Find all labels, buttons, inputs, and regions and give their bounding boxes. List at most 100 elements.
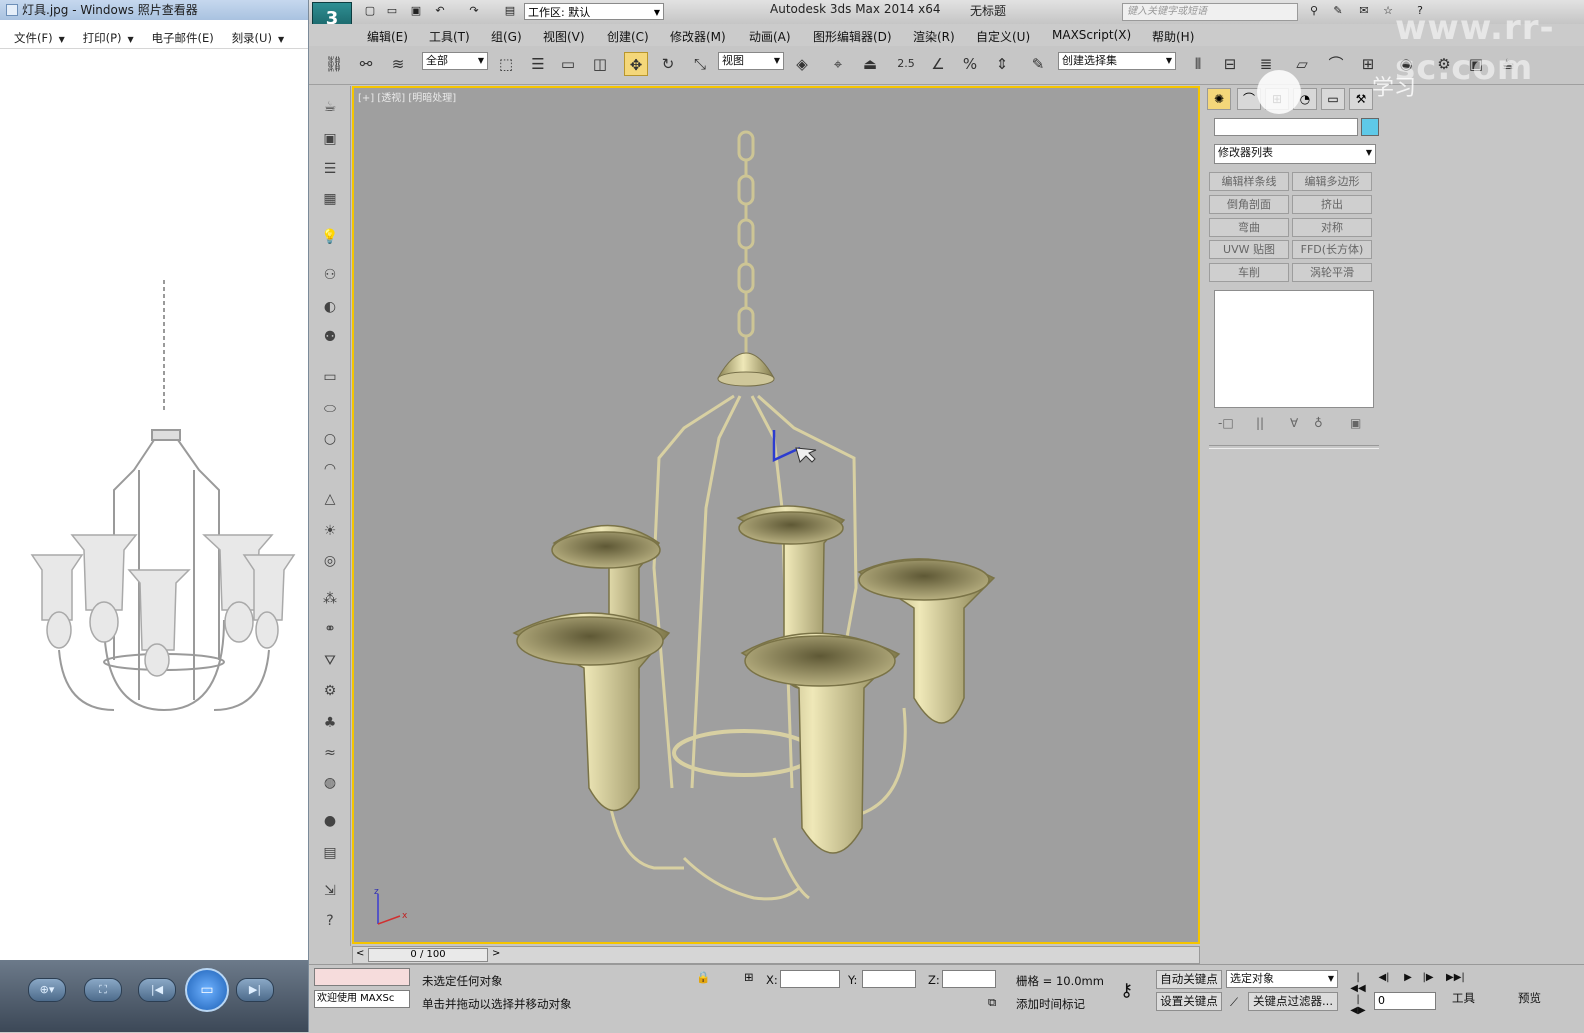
bend-button[interactable]: 弯曲 <box>1209 218 1289 237</box>
texture-sphere-icon[interactable]: ◍ <box>319 772 341 794</box>
align-icon[interactable]: ⊟ <box>1218 52 1242 76</box>
uvw-map-button[interactable]: UVW 贴图 <box>1209 240 1289 259</box>
number-grid-icon[interactable]: ▤ <box>319 842 341 864</box>
select-and-scale-icon[interactable]: ⤡ <box>688 52 712 76</box>
dome-icon[interactable]: ◠ <box>319 458 341 480</box>
add-time-tag[interactable]: 添加时间标记 <box>1016 996 1085 1012</box>
ellipse-icon[interactable]: ⬭ <box>319 398 341 420</box>
edit-named-selection-icon[interactable]: ✎ <box>1026 52 1050 76</box>
select-and-manipulate-icon[interactable]: ⌖ <box>826 52 850 76</box>
bind-space-warp-icon[interactable]: ≋ <box>386 52 410 76</box>
light-bulb-icon[interactable]: 💡 <box>319 226 341 248</box>
goto-start-icon[interactable]: |◀◀ <box>1350 972 1366 994</box>
maxscript-listener-top[interactable] <box>314 968 410 986</box>
mirror-icon[interactable]: ⫴ <box>1186 52 1210 76</box>
key-tangent-icon[interactable]: ⟋ <box>1230 995 1238 1010</box>
menu-burn[interactable]: 刻录(U) ▼ <box>232 30 285 46</box>
tab-create[interactable]: ✺ <box>1207 88 1231 110</box>
molecule-icon[interactable]: ⚭ <box>319 618 341 640</box>
angle-snap-icon[interactable]: ∠ <box>926 52 950 76</box>
menu-file[interactable]: 文件(F) ▼ <box>14 30 65 46</box>
edit-spline-button[interactable]: 编辑样条线 <box>1209 172 1289 191</box>
subscription-icon[interactable]: ✎ <box>1330 4 1346 18</box>
rectangle-icon[interactable]: ▭ <box>319 366 341 388</box>
sun-icon[interactable]: ☀ <box>319 520 341 542</box>
slideshow-button[interactable]: ▭ <box>185 968 229 1012</box>
next-frame-icon[interactable]: |▶ <box>1420 972 1436 986</box>
y-coordinate-field[interactable] <box>862 970 916 988</box>
set-key-button[interactable]: 设置关键点 <box>1156 992 1222 1011</box>
make-unique-icon[interactable]: ∀ <box>1290 416 1298 430</box>
remove-modifier-icon[interactable]: ♁ <box>1314 416 1323 430</box>
show-end-result-icon[interactable]: || <box>1256 416 1264 430</box>
turbosmooth-button[interactable]: 涡轮平滑 <box>1292 263 1372 282</box>
menu-customize[interactable]: 自定义(U) <box>976 28 1030 45</box>
key-filter-target-dropdown[interactable]: 选定对象 ▼ <box>1226 970 1338 988</box>
shaded-sphere-icon[interactable]: ● <box>319 810 341 832</box>
pivot-center-icon[interactable]: ◈ <box>790 52 814 76</box>
goto-end-icon[interactable]: ▶▶| <box>1446 972 1465 986</box>
select-and-rotate-icon[interactable]: ↻ <box>656 52 680 76</box>
lathe-button[interactable]: 车削 <box>1209 263 1289 282</box>
menu-maxscript[interactable]: MAXScript(X) <box>1052 28 1131 42</box>
curve-editor-icon[interactable]: ⌒ <box>1324 52 1348 76</box>
workspace-dropdown[interactable]: 工作区: 默认 ▼ <box>524 3 664 20</box>
reference-coordinate-dropdown[interactable]: 视图 ▼ <box>718 52 784 70</box>
menu-email[interactable]: 电子邮件(E) <box>151 30 213 46</box>
tab-utilities[interactable]: ⚒ <box>1349 88 1373 110</box>
timeline-prev-button[interactable]: < <box>356 948 364 959</box>
previous-frame-icon[interactable]: ◀| <box>1376 972 1392 986</box>
menu-group[interactable]: 组(G) <box>491 28 522 45</box>
percent-snap-icon[interactable]: % <box>958 52 982 76</box>
menu-modifiers[interactable]: 修改器(M) <box>670 28 726 45</box>
symmetry-button[interactable]: 对称 <box>1292 218 1372 237</box>
select-and-move-icon[interactable]: ✥ <box>624 52 648 76</box>
menu-tools[interactable]: 工具(T) <box>429 28 470 45</box>
favorites-star-icon[interactable]: ☆ <box>1380 4 1396 18</box>
object-name-field[interactable] <box>1214 118 1358 136</box>
time-tag-icon[interactable]: ⧉ <box>988 995 996 1010</box>
select-and-link-icon[interactable]: ⛓ <box>322 52 346 76</box>
table-icon[interactable]: ▦ <box>319 188 341 210</box>
menu-print[interactable]: 打印(P) ▼ <box>83 30 134 46</box>
modifier-list-dropdown[interactable]: 修改器列表 ▼ <box>1214 144 1376 164</box>
key-filters-button[interactable]: 关键点过滤器... <box>1248 992 1338 1011</box>
redo-icon[interactable]: ↷ <box>466 4 482 18</box>
particles-icon[interactable]: ⁂ <box>319 588 341 610</box>
plant-icon[interactable]: ♣ <box>319 712 341 734</box>
absolute-mode-icon[interactable]: ⊞ <box>744 970 754 984</box>
menu-graph-editors[interactable]: 图形编辑器(D) <box>813 28 892 45</box>
video-camera-icon[interactable]: ⚉ <box>319 326 341 348</box>
x-coordinate-field[interactable] <box>780 970 840 988</box>
project-folder-icon[interactable]: ▤ <box>502 4 518 18</box>
unlink-icon[interactable]: ⚯ <box>354 52 378 76</box>
menu-help[interactable]: 帮助(H) <box>1152 28 1194 45</box>
undo-icon[interactable]: ↶ <box>432 4 448 18</box>
pyramid-icon[interactable]: ⛛ <box>319 650 341 672</box>
keyboard-shortcut-override-icon[interactable]: ⏏ <box>858 52 882 76</box>
save-icon[interactable]: ▣ <box>408 4 424 18</box>
select-object-icon[interactable]: ⬚ <box>494 52 518 76</box>
image-icon[interactable]: ▣ <box>319 128 341 150</box>
cone-icon[interactable]: △ <box>319 488 341 510</box>
menu-views[interactable]: 视图(V) <box>543 28 585 45</box>
play-icon[interactable]: ▶ <box>1400 972 1416 986</box>
new-file-icon[interactable]: ▢ <box>362 4 378 18</box>
open-file-icon[interactable]: ▭ <box>384 4 400 18</box>
target-icon[interactable]: ◎ <box>319 550 341 572</box>
select-by-name-icon[interactable]: ☰ <box>526 52 550 76</box>
export-icon[interactable]: ⇲ <box>319 880 341 902</box>
hair-icon[interactable]: ≈ <box>319 742 341 764</box>
menu-animation[interactable]: 动画(A) <box>749 28 791 45</box>
z-coordinate-field[interactable] <box>942 970 996 988</box>
perspective-viewport[interactable]: z x <box>352 86 1200 944</box>
sphere-half-icon[interactable]: ◐ <box>319 296 341 318</box>
next-button[interactable]: ▶| <box>236 978 274 1002</box>
selection-filter-dropdown[interactable]: 全部 ▼ <box>422 52 488 70</box>
object-color-swatch[interactable] <box>1361 118 1379 136</box>
camera-icon[interactable]: ⚇ <box>319 264 341 286</box>
gear-icon[interactable]: ⚙ <box>319 680 341 702</box>
previous-button[interactable]: |◀ <box>138 978 176 1002</box>
rectangular-region-icon[interactable]: ▭ <box>556 52 580 76</box>
lock-selection-icon[interactable]: 🔒 <box>696 970 710 984</box>
